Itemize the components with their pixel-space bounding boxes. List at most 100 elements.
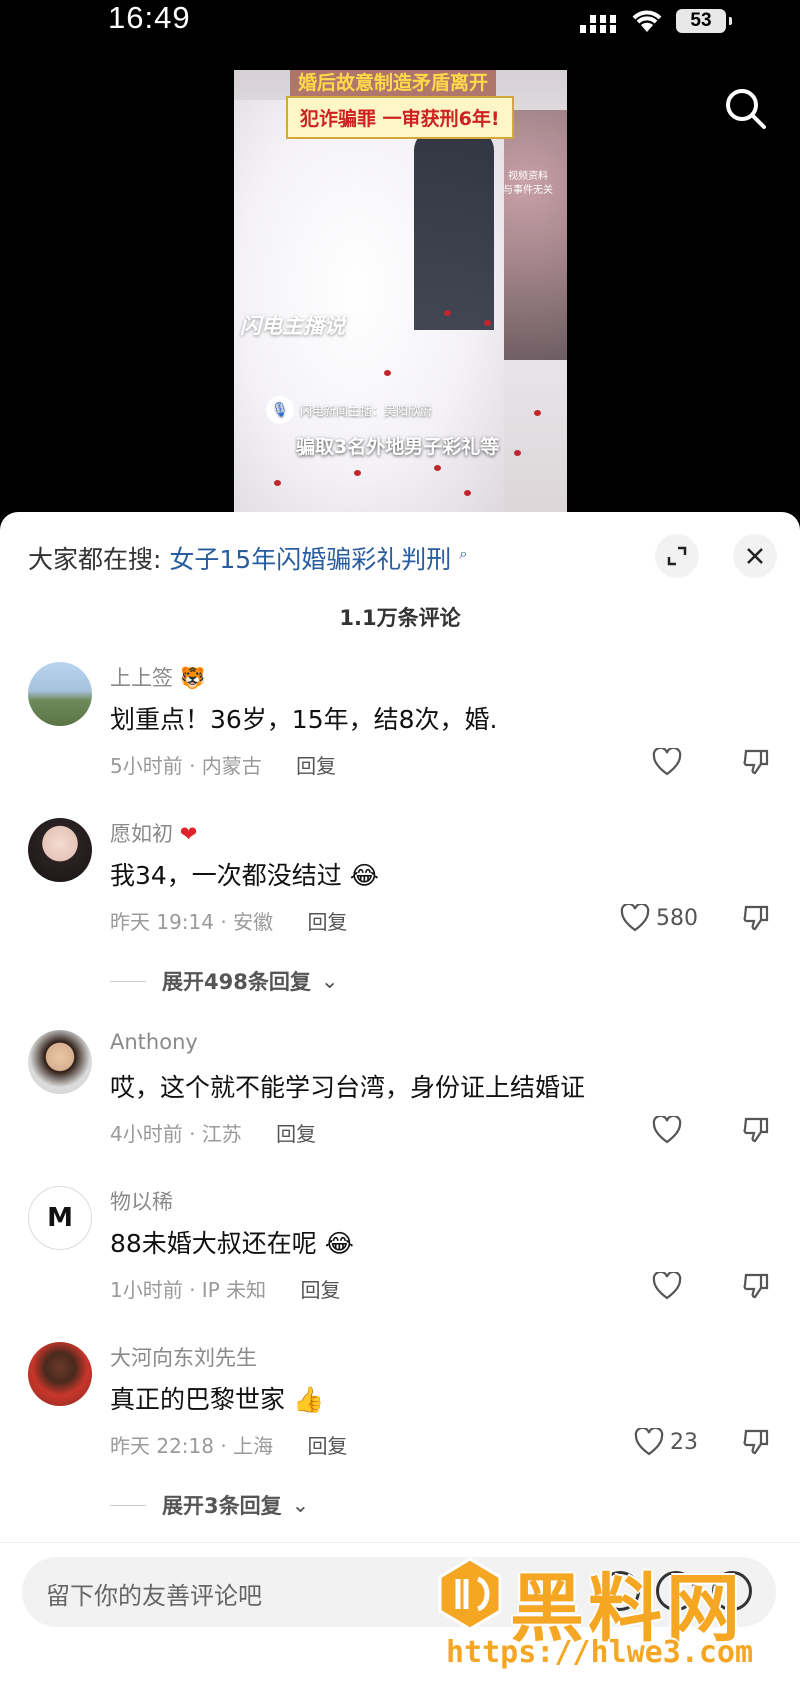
avatar[interactable] — [28, 1030, 92, 1094]
reply-button[interactable]: 回复 — [307, 1434, 347, 1458]
video-logo: 闪电主播说 — [240, 314, 345, 338]
video-headline-top: 婚后故意制造矛盾离开 — [290, 70, 497, 97]
petal — [274, 480, 281, 486]
wifi-icon — [632, 10, 662, 32]
expand-replies[interactable]: 展开3条回复 ⌄ — [110, 1490, 309, 1520]
petal — [384, 370, 391, 376]
comment-meta: 昨天 22:18 · 上海 回复 — [110, 1430, 347, 1459]
comment-time: 1小时前 · IP 未知 — [110, 1278, 267, 1302]
status-bar: 16:49 53 — [0, 0, 800, 48]
divider-line — [110, 980, 146, 982]
video-groom — [414, 130, 494, 330]
comment-author[interactable]: 物以稀 — [110, 1186, 173, 1216]
close-button[interactable] — [733, 534, 777, 578]
search-icon[interactable] — [722, 85, 770, 133]
watermark-logo-icon — [438, 1557, 502, 1631]
comment-author[interactable]: Anthony — [110, 1030, 198, 1054]
search-small-icon: ⌕ — [459, 544, 468, 563]
dislike-icon[interactable] — [742, 1116, 770, 1144]
comment-text: 哎，这个就不能学习台湾，身份证上结婚证 — [110, 1073, 586, 1102]
brand-logo-icon: M — [47, 1203, 73, 1233]
comment-meta: 昨天 19:14 · 安徽 回复 — [110, 906, 347, 935]
comment-text: 划重点！36岁，15年，结8次，婚. — [110, 705, 498, 734]
close-icon — [747, 548, 763, 564]
divider-line — [110, 1504, 146, 1506]
chevron-down-icon: ⌄ — [320, 969, 339, 993]
petal — [354, 470, 361, 476]
like-button[interactable]: 580 — [620, 904, 698, 932]
expand-icon — [667, 546, 687, 566]
comment-time: 昨天 22:18 · 上海 — [110, 1434, 274, 1458]
comment-input-placeholder: 留下你的友善评论吧 — [46, 1582, 262, 1610]
like-button[interactable] — [652, 748, 682, 776]
avatar[interactable] — [28, 662, 92, 726]
petal — [464, 490, 471, 496]
heart-icon — [652, 748, 682, 776]
like-count: 23 — [670, 1429, 698, 1455]
like-button[interactable]: 23 — [634, 1428, 698, 1456]
heart-icon — [652, 1116, 682, 1144]
video-flowers — [497, 110, 567, 360]
petal — [534, 410, 541, 416]
expand-replies-label: 展开3条回复 — [162, 1494, 282, 1518]
video-player[interactable]: 婚后故意制造矛盾离开 犯诈骗罪 一审获刑6年! 视频资料 与事件无关 闪电主播说… — [234, 70, 567, 512]
dislike-icon[interactable] — [742, 904, 770, 932]
comment-meta: 1小时前 · IP 未知 回复 — [110, 1274, 340, 1303]
status-icons: 53 — [580, 8, 732, 34]
comment-author[interactable]: 大河向东刘先生 — [110, 1342, 257, 1372]
comment-author[interactable]: 上上签 🐯 — [110, 662, 206, 692]
divider — [0, 1542, 800, 1543]
dislike-icon[interactable] — [742, 1272, 770, 1300]
heart-icon — [634, 1428, 664, 1456]
video-side-note: 视频资料 与事件无关 — [503, 170, 553, 198]
expand-button[interactable] — [655, 534, 699, 578]
video-side-note-1: 视频资料 — [508, 171, 548, 182]
hot-search[interactable]: 大家都在搜: 女子15年闪婚骗彩礼判刑 ⌕ — [28, 540, 468, 576]
heart-icon — [652, 1272, 682, 1300]
avatar[interactable]: M — [28, 1186, 92, 1250]
reply-button[interactable]: 回复 — [307, 910, 347, 934]
video-subtitle: 骗取3名外地男子彩礼等 — [296, 436, 500, 458]
dislike-icon[interactable] — [742, 748, 770, 776]
thumbs-up-emoji-icon: 👍 — [292, 1385, 325, 1414]
signal-icon — [580, 15, 616, 33]
reply-button[interactable]: 回复 — [276, 1122, 316, 1146]
video-side-note-2: 与事件无关 — [503, 185, 553, 196]
tiger-emoji-icon: 🐯 — [179, 666, 206, 690]
hot-search-keyword[interactable]: 女子15年闪婚骗彩礼判刑 — [169, 545, 451, 574]
watermark: 黑料网 https://hlwe3.com — [438, 1555, 778, 1675]
chevron-down-icon: ⌄ — [291, 1493, 310, 1517]
like-count: 580 — [656, 905, 698, 931]
comment-time: 5小时前 · 内蒙古 — [110, 754, 262, 778]
petal — [514, 450, 521, 456]
comment-count: 1.1万条评论 — [339, 606, 461, 630]
heart-emoji-icon: ❤ — [179, 822, 198, 846]
like-button[interactable] — [652, 1116, 682, 1144]
comment-panel: 大家都在搜: 女子15年闪婚骗彩礼判刑 ⌕ 1.1万条评论 上上签 🐯 划重点！… — [0, 512, 800, 1695]
reply-button[interactable]: 回复 — [300, 1278, 340, 1302]
comment-time: 昨天 19:14 · 安徽 — [110, 910, 274, 934]
avatar[interactable] — [28, 818, 92, 882]
heart-icon — [620, 904, 650, 932]
comment-text: 我34，一次都没结过 😂 — [110, 861, 379, 890]
microphone-icon: 🎙 — [266, 396, 294, 424]
comment-text: 88未婚大叔还在呢 😂 — [110, 1229, 354, 1258]
avatar[interactable] — [28, 1342, 92, 1406]
reply-button[interactable]: 回复 — [296, 754, 336, 778]
status-time: 16:49 — [108, 0, 191, 35]
watermark-url: https://hlwe3.com — [446, 1635, 754, 1670]
video-headline: 犯诈骗罪 一审获刑6年! — [286, 96, 514, 139]
comment-time: 4小时前 · 江苏 — [110, 1122, 242, 1146]
video-reporter: 🎙 闪电新闻主播：吴阳欣蔚 — [266, 396, 432, 424]
dislike-icon[interactable] — [742, 1428, 770, 1456]
hot-search-prefix: 大家都在搜: — [28, 545, 162, 574]
comment-author[interactable]: 愿如初 ❤ — [110, 818, 197, 848]
video-reporter-label: 闪电新闻主播：吴阳欣蔚 — [300, 403, 433, 418]
petal — [444, 310, 451, 316]
like-button[interactable] — [652, 1272, 682, 1300]
comment-meta: 5小时前 · 内蒙古 回复 — [110, 750, 336, 779]
expand-replies[interactable]: 展开498条回复 ⌄ — [110, 966, 338, 996]
petal — [434, 465, 441, 471]
petal — [484, 320, 491, 326]
battery-icon: 53 — [676, 9, 732, 33]
